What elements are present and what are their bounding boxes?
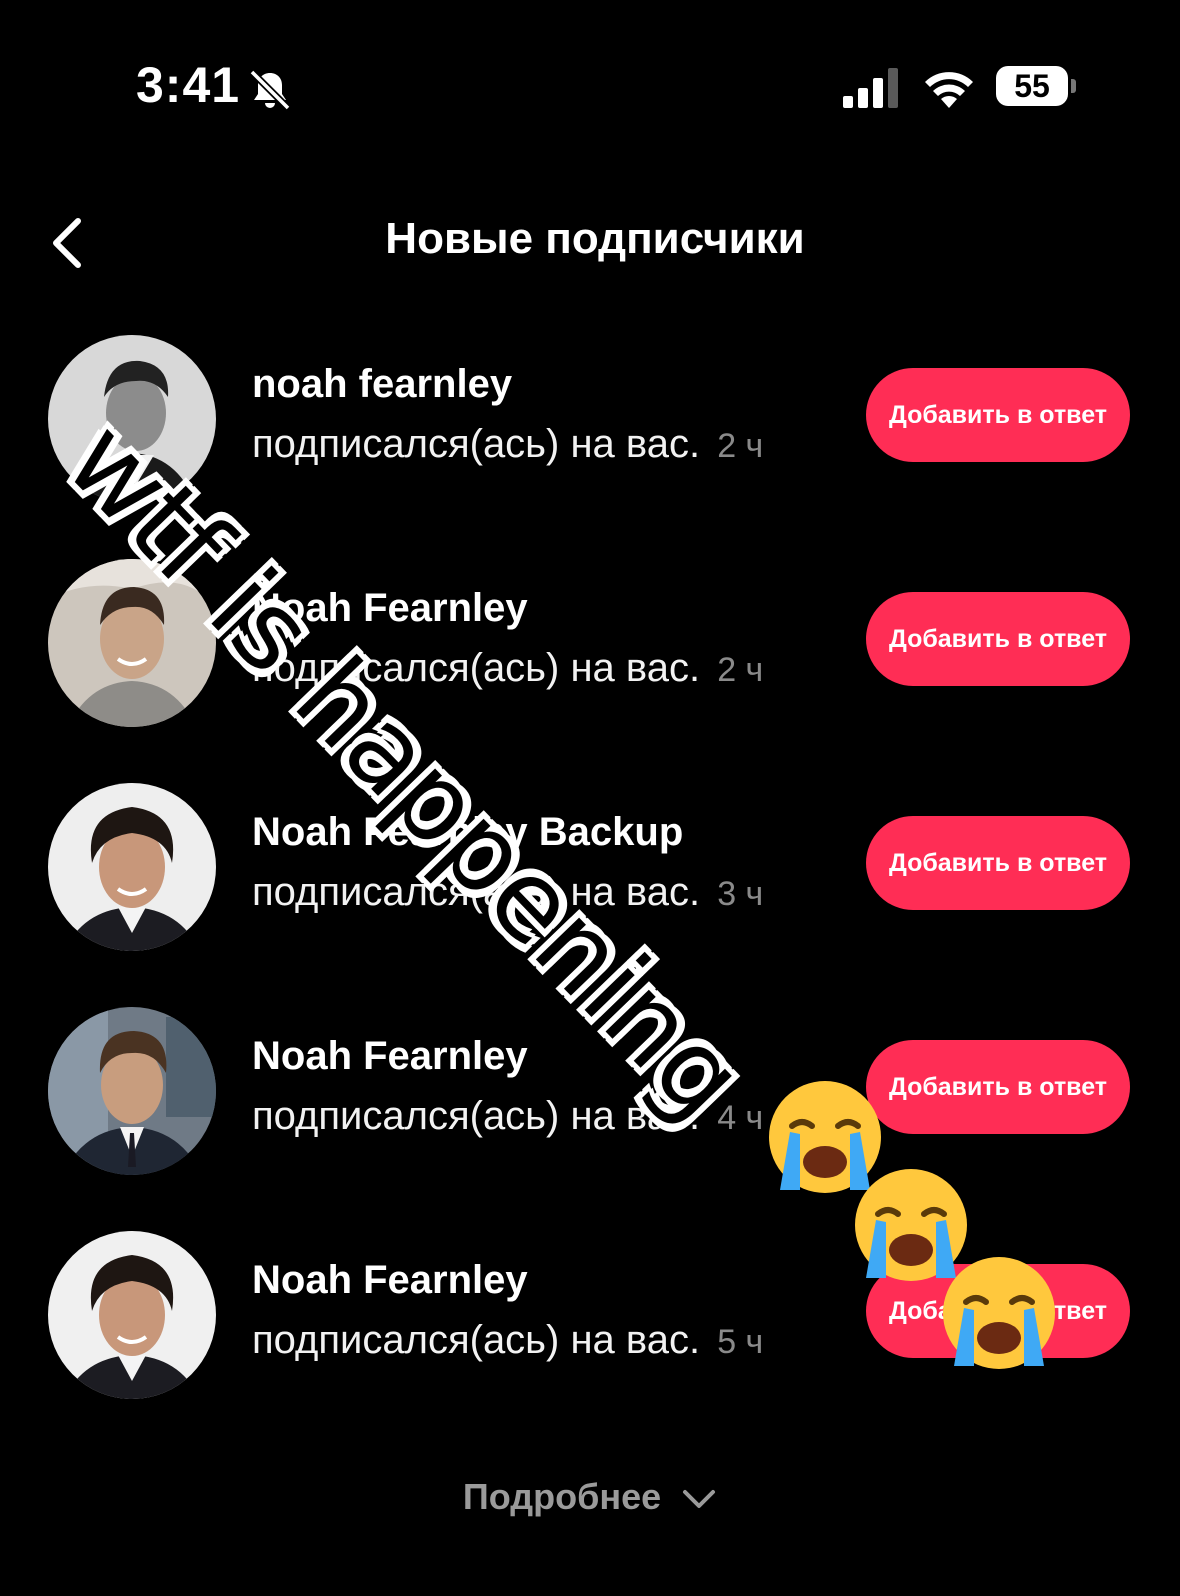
avatar[interactable] [48, 559, 216, 727]
follower-name[interactable]: Noah Fearnley [252, 586, 528, 631]
follower-name[interactable]: Noah Fearnley [252, 1034, 528, 1079]
signal-icon [843, 68, 898, 108]
follow-back-button[interactable]: Добавить в ответ [866, 592, 1130, 686]
status-bar: 3:41 55 [0, 0, 1180, 180]
avatar[interactable] [48, 783, 216, 951]
follow-back-button[interactable]: Добавить в ответ [866, 1040, 1130, 1134]
battery-level: 55 [996, 66, 1068, 106]
follow-action-text: подписался(ась) на вас. [252, 870, 701, 914]
time-ago: 5 ч [717, 1323, 764, 1361]
time-ago: 2 ч [717, 427, 764, 465]
avatar[interactable] [48, 1231, 216, 1399]
follower-subtitle: подписался(ась) на вас. 2 ч [252, 646, 763, 691]
time-ago: 4 ч [717, 1099, 764, 1137]
battery-nub [1071, 79, 1076, 93]
battery-icon: 55 [996, 66, 1076, 108]
avatar[interactable] [48, 335, 216, 503]
follower-name[interactable]: Noah Fearnley [252, 1258, 528, 1303]
follow-back-button[interactable]: Добавить в ответ [866, 816, 1130, 910]
status-time: 3:41 [136, 57, 241, 113]
list-item: Noah Fearnley подписался(ась) на вас. 4 … [0, 1002, 1180, 1182]
list-item: noah fearnley подписался(ась) на вас. 2 … [0, 330, 1180, 510]
show-more-link[interactable]: Подробнее [0, 1476, 1180, 1518]
follow-action-text: подписался(ась) на вас. [252, 422, 701, 466]
time-ago: 2 ч [717, 651, 764, 689]
follow-action-text: подписался(ась) на вас. [252, 1318, 701, 1362]
wifi-icon [925, 72, 973, 108]
list-item: Noah Fearnley подписался(ась) на вас. 5 … [0, 1226, 1180, 1406]
list-item: Noah Fearnley подписался(ась) на вас. 2 … [0, 554, 1180, 734]
avatar-image [48, 335, 216, 503]
avatar-image [48, 1231, 216, 1399]
follower-name[interactable]: noah fearnley [252, 362, 512, 407]
list-item: Noah Fearnley Backup подписался(ась) на … [0, 778, 1180, 958]
follow-action-text: подписался(ась) на вас. [252, 646, 701, 690]
follower-subtitle: подписался(ась) на вас. 5 ч [252, 1318, 763, 1363]
follower-subtitle: подписался(ась) на вас. 2 ч [252, 422, 763, 467]
follow-back-button[interactable]: Добавить в ответ [866, 368, 1130, 462]
follow-back-button[interactable]: Добавить в ответ [866, 1264, 1130, 1358]
avatar-image [48, 783, 216, 951]
show-more-label: Подробнее [462, 1476, 662, 1517]
follower-subtitle: подписался(ась) на вас. 3 ч [252, 870, 763, 915]
follower-name[interactable]: Noah Fearnley Backup [252, 810, 683, 855]
page-title: Новые подписчики [385, 214, 805, 263]
follow-action-text: подписался(ась) на вас. [252, 1094, 701, 1138]
follower-subtitle: подписался(ась) на вас. 4 ч [252, 1094, 763, 1139]
avatar-image [48, 1007, 216, 1175]
avatar-image [48, 559, 216, 727]
avatar[interactable] [48, 1007, 216, 1175]
time-ago: 3 ч [717, 875, 764, 913]
bell-off-icon [249, 69, 291, 111]
chevron-down-icon [683, 1490, 716, 1509]
